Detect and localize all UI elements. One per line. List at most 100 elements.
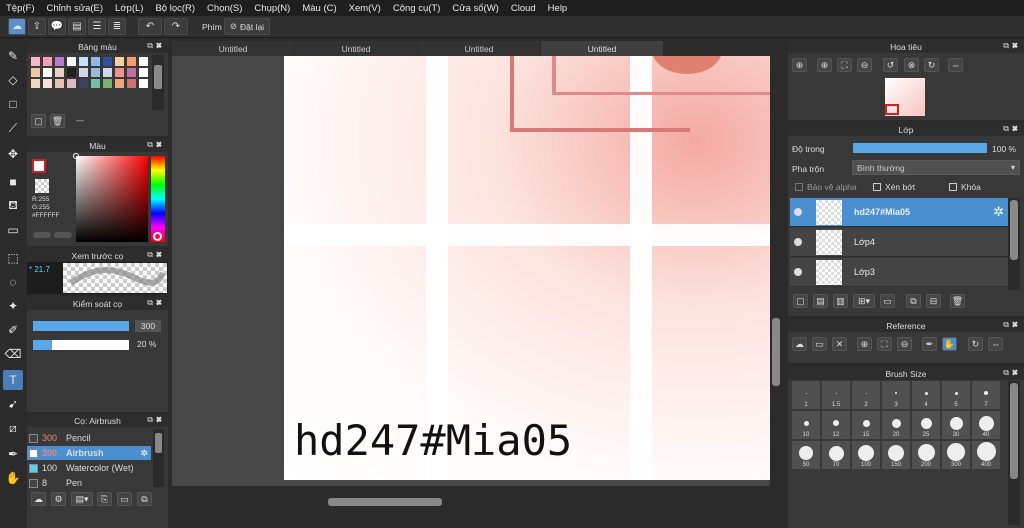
fit-icon[interactable]: ⛶ [877,337,892,351]
rect-tool-icon[interactable]: □ [3,94,23,114]
brush-size-value[interactable]: 300 [135,320,161,332]
saturation-value-picker[interactable] [73,153,148,242]
flip-icon[interactable]: ⇔ [948,58,963,72]
frame-divider-icon[interactable]: ⧄ [3,418,23,438]
eraser-tool-icon[interactable]: ◇ [3,70,23,90]
palette-swatch[interactable] [103,57,112,66]
cloud-icon[interactable]: ☁ [8,18,26,35]
brush-size-option[interactable]: 100 [852,441,880,469]
palette-swatch[interactable] [67,79,76,88]
cloud-brush-icon[interactable]: ☁ [31,492,46,506]
menu-item[interactable]: Công cụ(T) [387,3,447,14]
panel-controls-icon[interactable]: ⧉✖ [147,298,165,308]
eye-icon[interactable] [794,238,802,246]
panel-controls-icon[interactable]: ⧉✖ [147,415,165,425]
palette-swatch[interactable] [43,68,52,77]
lasso-tool-icon[interactable]: ◌ [3,272,23,292]
new-layer-2-icon[interactable]: ▤ [813,294,828,308]
zoom-out-icon[interactable]: ⊖ [897,337,912,351]
brush-size-scrollbar[interactable] [1008,381,1020,525]
brush-size-option[interactable]: 70 [822,441,850,469]
brush-list-item[interactable]: 100 Watercolor (Wet) [27,461,151,475]
layer-row[interactable]: hd247#Mia05 ✲ [790,198,1008,227]
canvas-area[interactable]: hd247#Mia05 [172,56,770,486]
panel-controls-icon[interactable]: ⧉✖ [1003,124,1021,134]
menu-item[interactable]: Cloud [505,3,542,14]
cloud-icon[interactable]: ☁ [792,337,807,351]
palette-swatch[interactable] [79,57,88,66]
reset-button[interactable]: ⊘ Đặt lại [223,18,271,35]
palette-swatch[interactable] [139,68,148,77]
rotate-icon[interactable]: ↻ [968,337,983,351]
eyedropper-icon[interactable]: ✒ [3,444,23,464]
brush-size-option[interactable]: 400 [972,441,1000,469]
palette-swatch[interactable] [43,57,52,66]
brush-size-option[interactable]: 5 [942,381,970,409]
text-tool-icon[interactable]: T [3,370,23,390]
palette-swatch[interactable] [127,79,136,88]
tab-untitled[interactable]: Untitled [295,41,417,56]
palette-swatch[interactable] [91,57,100,66]
palette-swatch[interactable] [115,57,124,66]
chat-icon[interactable]: 💬 [48,18,66,35]
palette-swatch[interactable] [127,68,136,77]
background-color-swatch[interactable] [35,179,49,193]
brush-size-option[interactable]: 30 [942,411,970,439]
panel-controls-icon[interactable]: ⧉✖ [147,41,165,51]
hand-tool-icon[interactable]: ✋ [3,468,23,488]
brush-list-item[interactable]: 300 Airbrush ✲ [27,446,151,460]
bucket-tool-icon[interactable]: ⛾ [3,196,23,216]
menu-item[interactable]: Chỉnh sửa(E) [41,3,110,14]
add-layer-menu-icon[interactable]: ⊞▾ [853,294,875,308]
redo-button[interactable]: ↷ [164,18,188,35]
duplicate-icon[interactable]: ⧉ [137,492,152,506]
layer-scrollbar[interactable] [1008,198,1020,290]
menu-item[interactable]: Help [542,3,574,14]
clipping-checkbox[interactable] [873,183,881,191]
lock-checkbox[interactable] [949,183,957,191]
palette-swatch[interactable] [31,57,40,66]
menu-item[interactable]: Cửa sổ(W) [446,3,504,14]
new-layer-icon[interactable]: ▢ [793,294,808,308]
move-tool-icon[interactable]: ✥ [3,144,23,164]
zoom-in-icon[interactable]: ⊕ [857,337,872,351]
reset-rotate-icon[interactable]: ⊗ [904,58,919,72]
brush-size-option[interactable]: 50 [792,441,820,469]
eye-icon[interactable] [794,208,802,216]
new-palette-icon[interactable]: ▢ [31,114,46,128]
gradient-tool-icon[interactable]: ▭ [3,220,23,240]
export-icon[interactable]: ⇪ [28,18,46,35]
magic-wand-icon[interactable]: ✦ [3,296,23,316]
zoom-in-2-icon[interactable]: ⊕ [817,58,832,72]
brush-size-option[interactable]: 2 [852,381,880,409]
palette-swatch[interactable] [103,68,112,77]
brush-list-item[interactable]: 8 Pen [27,476,151,490]
fit-icon[interactable]: ⛶ [837,58,852,72]
layer-folder-icon[interactable]: ▭ [880,294,895,308]
brush-size-option[interactable]: 25 [912,411,940,439]
brush-size-option[interactable]: 1 [792,381,820,409]
blend-mode-select[interactable]: Bình thường ▾ [852,160,1020,175]
brush-size-slider[interactable] [33,321,129,331]
palette-swatch[interactable] [31,68,40,77]
delete-palette-icon[interactable]: 🗑 [50,114,65,128]
brush-tool-icon[interactable]: ✎ [3,46,23,66]
palette-swatch[interactable] [55,68,64,77]
flip-icon[interactable]: ⇔ [988,337,1003,351]
add-brush-icon[interactable]: ▤▾ [71,492,93,506]
brush-size-option[interactable]: 200 [912,441,940,469]
palette-swatch[interactable] [79,79,88,88]
gear-icon[interactable]: ✲ [993,204,1004,220]
brush-size-option[interactable]: 150 [882,441,910,469]
palette-swatch[interactable] [103,79,112,88]
duplicate-layer-icon[interactable]: ⧉ [906,294,921,308]
color-mode-toggle-2[interactable] [54,232,72,238]
list-icon[interactable]: ☰ [88,18,106,35]
panel-controls-icon[interactable]: ⧉✖ [147,140,165,150]
panel-controls-icon[interactable]: ⧉✖ [1003,320,1021,330]
hue-slider[interactable] [151,156,165,242]
zoom-in-icon[interactable]: ⊕ [792,58,807,72]
brush-list-scrollbar[interactable] [153,429,164,487]
menu-item[interactable]: Xem(V) [343,3,387,14]
brush-size-option[interactable]: 1.5 [822,381,850,409]
